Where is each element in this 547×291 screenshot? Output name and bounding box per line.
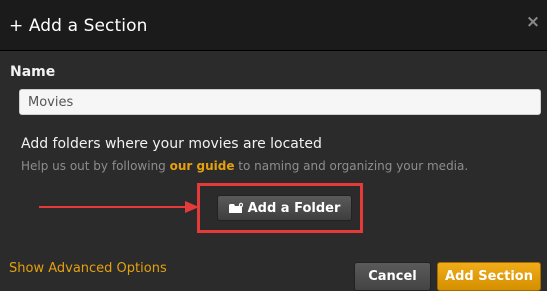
- add-section-dialog: + Add a Section × Name Add folders where…: [0, 0, 547, 291]
- name-label: Name: [10, 64, 56, 80]
- add-section-button[interactable]: Add Section: [437, 262, 541, 291]
- help-text: Help us out by following our guide to na…: [21, 159, 468, 173]
- folders-heading: Add folders where your movies are locate…: [21, 136, 322, 152]
- add-folder-label: Add a Folder: [247, 200, 341, 216]
- show-advanced-options-link[interactable]: Show Advanced Options: [9, 261, 167, 276]
- dialog-titlebar: + Add a Section ×: [0, 0, 547, 51]
- folder-plus-icon: [228, 202, 243, 213]
- close-icon[interactable]: ×: [525, 14, 541, 31]
- help-text-prefix: Help us out by following: [21, 159, 170, 173]
- help-text-suffix: to naming and organizing your media.: [234, 159, 469, 173]
- guide-link[interactable]: our guide: [170, 159, 235, 173]
- name-input[interactable]: [19, 89, 541, 115]
- cancel-button[interactable]: Cancel: [354, 262, 431, 291]
- add-folder-button[interactable]: Add a Folder: [217, 195, 352, 221]
- dialog-title: + Add a Section: [9, 16, 148, 36]
- annotation-arrow: [39, 201, 199, 213]
